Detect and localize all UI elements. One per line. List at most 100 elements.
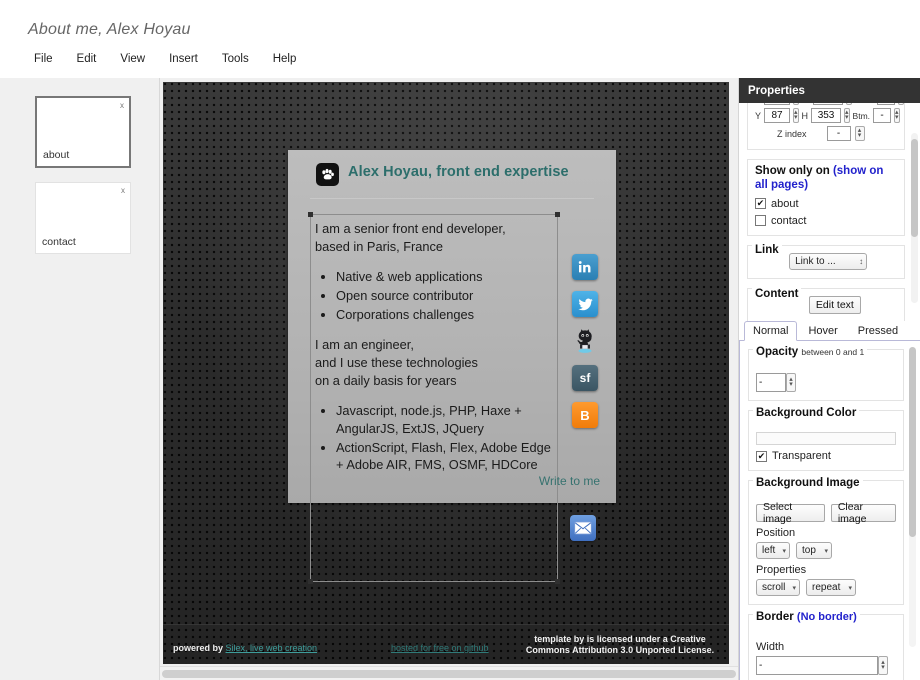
link-fieldset: Link Link to ... bbox=[747, 245, 905, 279]
properties-lower-scrollbar[interactable] bbox=[909, 347, 916, 647]
pages-panel: x about x contact bbox=[0, 78, 160, 680]
show-only-on-fieldset: Show only on (show on all pages) ✔ about… bbox=[747, 159, 905, 236]
resize-handle-bottom-right[interactable] bbox=[555, 579, 560, 584]
list-item: Javascript, node.js, PHP, Haxe + Angular… bbox=[336, 402, 555, 437]
x-input[interactable] bbox=[764, 103, 790, 105]
opacity-fieldset: Opacity between 0 and 1 ▴▾ bbox=[748, 349, 904, 401]
style-state-tabs: Normal Hover Pressed bbox=[739, 321, 920, 341]
background-position-label: Position bbox=[756, 527, 896, 539]
intro-line-2: based in Paris, France bbox=[315, 239, 443, 254]
card-title-name: Alex Hoyau bbox=[348, 164, 428, 180]
blogger-icon[interactable]: B bbox=[572, 402, 598, 428]
properties-lower-scroll-area[interactable]: Opacity between 0 and 1 ▴▾ Background Co… bbox=[739, 341, 920, 680]
scrollbar-thumb[interactable] bbox=[162, 670, 736, 678]
border-label: Border bbox=[756, 611, 797, 623]
z-index-row: Z index ▴▾ bbox=[777, 126, 897, 141]
h-input[interactable] bbox=[811, 108, 841, 123]
page-thumbnail-label: about bbox=[43, 149, 69, 161]
page-thumbnail-contact[interactable]: x contact bbox=[35, 182, 131, 254]
show-on-about-row[interactable]: ✔ about bbox=[755, 198, 897, 210]
content-card[interactable]: Alex Hoyau, front end expertise I am a s… bbox=[288, 150, 616, 503]
engineer-paragraph: I am an engineer, and I use these techno… bbox=[315, 336, 555, 389]
x-stepper[interactable]: ▴▾ bbox=[793, 103, 799, 105]
z-index-stepper[interactable]: ▴▾ bbox=[855, 126, 865, 141]
resize-handle-top-left[interactable] bbox=[308, 212, 313, 217]
properties-upper-scrollbar[interactable] bbox=[911, 133, 918, 303]
write-to-me-link[interactable]: Write to me bbox=[539, 474, 600, 488]
silex-link[interactable]: Silex, live web creation bbox=[226, 643, 318, 653]
card-title-separator: , bbox=[428, 164, 436, 180]
skills-list: Native & web applications Open source co… bbox=[315, 268, 555, 323]
resize-handle-bottom-left[interactable] bbox=[308, 579, 313, 584]
background-position-x-select[interactable]: left bbox=[756, 542, 790, 559]
background-color-legend: Background Color bbox=[753, 407, 859, 419]
checkbox-transparent-label: Transparent bbox=[772, 450, 831, 462]
bottom-input[interactable] bbox=[873, 108, 891, 123]
y-input[interactable] bbox=[764, 108, 790, 123]
no-border-link[interactable]: (No border) bbox=[797, 611, 857, 623]
show-on-contact-row[interactable]: contact bbox=[755, 215, 897, 227]
page-thumbnail-about[interactable]: x about bbox=[35, 96, 131, 168]
github-icon[interactable] bbox=[572, 328, 598, 354]
w-input[interactable] bbox=[813, 103, 843, 105]
github-hosting-link[interactable]: hosted for free on github bbox=[391, 643, 489, 653]
transparent-row[interactable]: ✔ Transparent bbox=[756, 450, 896, 462]
scrollbar-thumb[interactable] bbox=[909, 347, 916, 537]
background-position-y-select[interactable]: top bbox=[796, 542, 832, 559]
opacity-input[interactable] bbox=[756, 373, 786, 392]
envelope-icon[interactable] bbox=[570, 515, 596, 541]
checkbox-transparent[interactable]: ✔ bbox=[756, 451, 767, 462]
border-width-input[interactable] bbox=[756, 656, 878, 675]
background-attachment-select[interactable]: scroll bbox=[756, 579, 800, 596]
link-to-select[interactable]: Link to ... bbox=[789, 253, 867, 270]
menu-item-view[interactable]: View bbox=[116, 51, 149, 67]
properties-panel: Properties X ▴▾ W ▴▾ Right ▴▾ Y bbox=[738, 78, 920, 680]
background-image-fieldset: Background Image Select image Clear imag… bbox=[748, 480, 904, 605]
stage-horizontal-scrollbar[interactable] bbox=[160, 666, 738, 680]
edit-text-button[interactable]: Edit text bbox=[809, 296, 861, 314]
menu-item-tools[interactable]: Tools bbox=[218, 51, 253, 67]
select-image-button[interactable]: Select image bbox=[756, 504, 825, 522]
border-width-stepper[interactable]: ▴▾ bbox=[878, 656, 888, 675]
tab-hover[interactable]: Hover bbox=[799, 321, 846, 340]
linkedin-icon[interactable] bbox=[572, 254, 598, 280]
twitter-icon[interactable] bbox=[572, 291, 598, 317]
site-footer: powered by Silex, live web creation host… bbox=[163, 624, 729, 664]
close-icon[interactable]: x bbox=[121, 186, 125, 195]
h-stepper[interactable]: ▴▾ bbox=[844, 108, 850, 123]
checkbox-contact[interactable] bbox=[755, 215, 766, 226]
position-row-top: X ▴▾ W ▴▾ Right ▴▾ bbox=[755, 103, 897, 105]
right-input[interactable] bbox=[877, 103, 895, 105]
list-item: Native & web applications bbox=[336, 268, 555, 286]
properties-upper-scroll-area[interactable]: X ▴▾ W ▴▾ Right ▴▾ Y ▴▾ H ▴▾ bbox=[739, 103, 920, 321]
checkbox-about-label: about bbox=[771, 198, 799, 210]
menu-item-help[interactable]: Help bbox=[269, 51, 301, 67]
y-label: Y bbox=[755, 111, 761, 121]
menu-item-edit[interactable]: Edit bbox=[73, 51, 101, 67]
y-stepper[interactable]: ▴▾ bbox=[793, 108, 799, 123]
menu-item-insert[interactable]: Insert bbox=[165, 51, 202, 67]
z-index-input[interactable] bbox=[827, 126, 851, 141]
background-properties-label: Properties bbox=[756, 564, 896, 576]
content-fieldset: Content Edit text bbox=[747, 288, 905, 321]
background-repeat-select[interactable]: repeat bbox=[806, 579, 856, 596]
border-fieldset: Border (No border) Width ▴▾ bbox=[748, 614, 904, 680]
sourceforge-icon[interactable]: sf bbox=[572, 365, 598, 391]
checkbox-about[interactable]: ✔ bbox=[755, 198, 766, 209]
resize-handle-top-right[interactable] bbox=[555, 212, 560, 217]
right-stepper[interactable]: ▴▾ bbox=[898, 103, 904, 105]
scrollbar-thumb[interactable] bbox=[911, 139, 918, 237]
footer-license: template by is licensed under a Creative… bbox=[515, 634, 725, 657]
bottom-stepper[interactable]: ▴▾ bbox=[894, 108, 900, 123]
tab-normal[interactable]: Normal bbox=[744, 321, 797, 341]
background-color-input[interactable] bbox=[756, 432, 896, 445]
website-canvas[interactable]: Alex Hoyau, front end expertise I am a s… bbox=[163, 82, 729, 664]
w-stepper[interactable]: ▴▾ bbox=[846, 103, 852, 105]
h-label: H bbox=[802, 111, 809, 121]
tab-pressed[interactable]: Pressed bbox=[849, 321, 907, 340]
opacity-stepper[interactable]: ▴▾ bbox=[786, 373, 796, 392]
clear-image-button[interactable]: Clear image bbox=[831, 504, 896, 522]
menu-item-file[interactable]: File bbox=[30, 51, 57, 67]
license-line-2: Commons Attribution 3.0 Unported License… bbox=[526, 645, 714, 655]
close-icon[interactable]: x bbox=[120, 101, 124, 110]
